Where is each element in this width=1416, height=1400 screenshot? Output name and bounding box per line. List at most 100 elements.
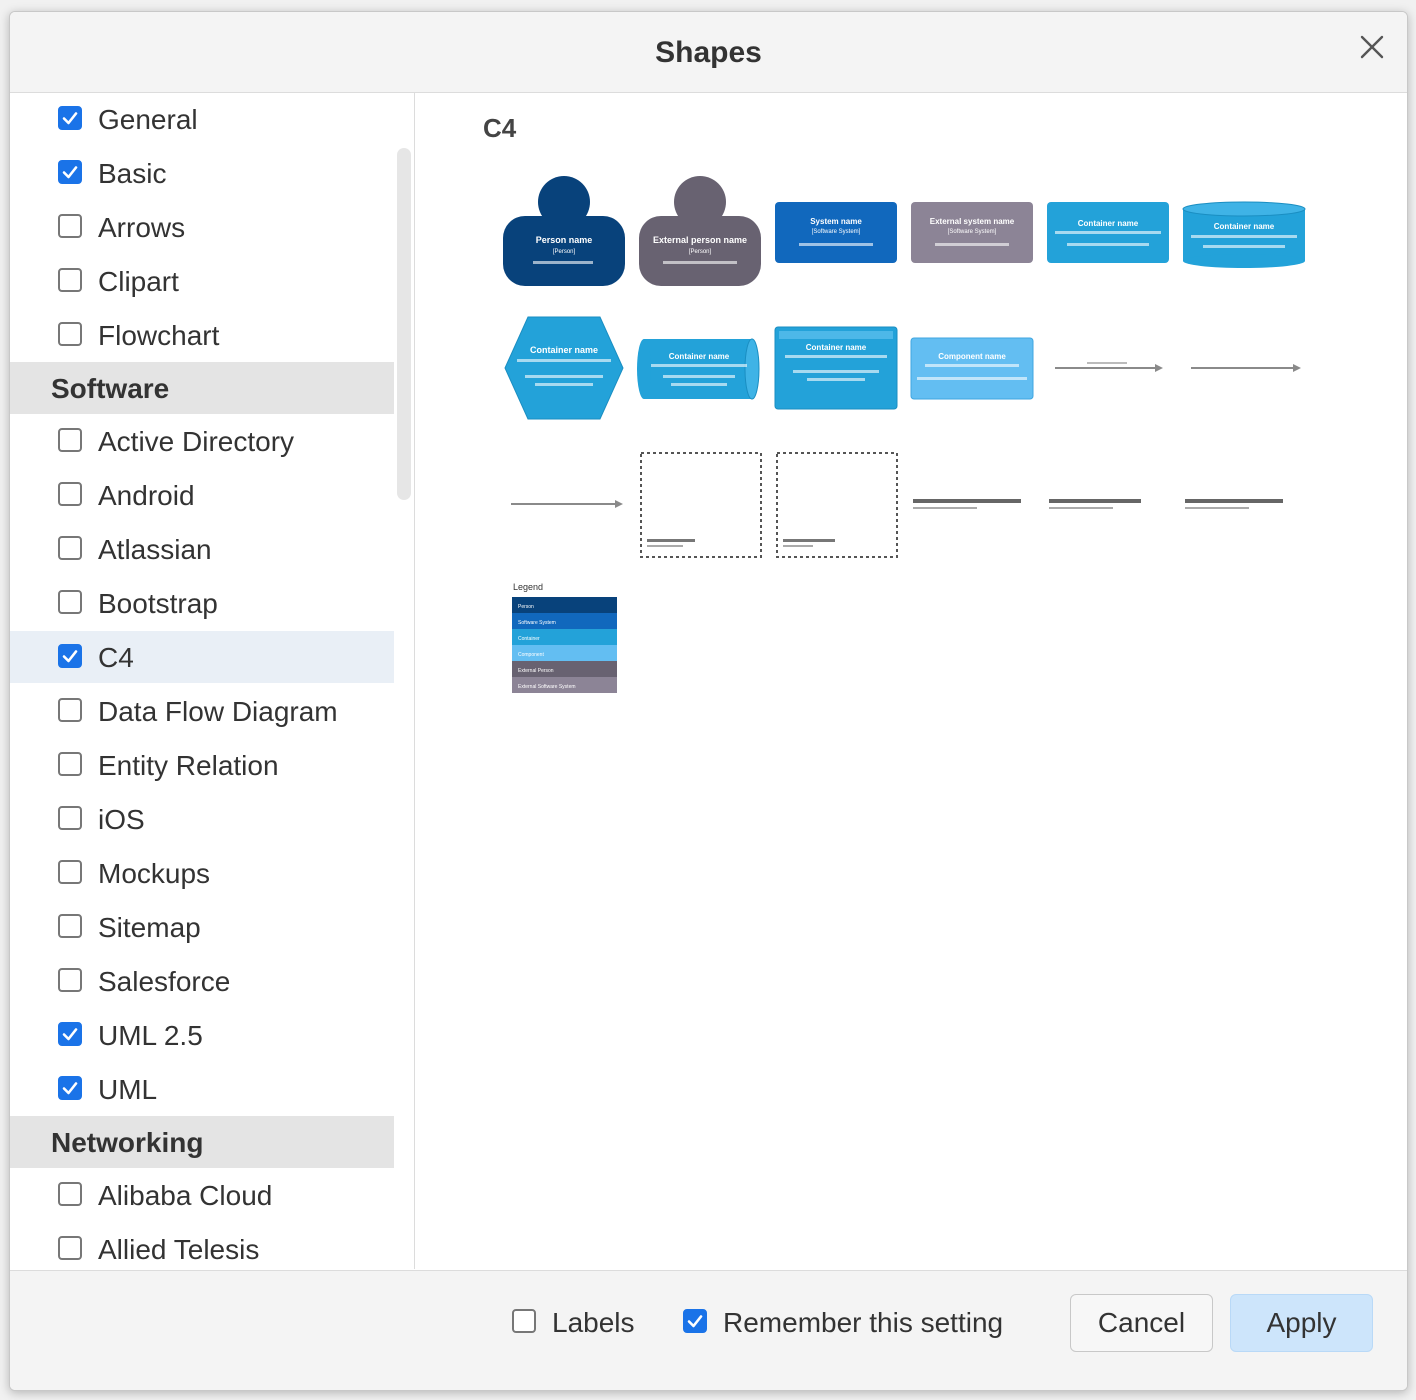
remember-setting-checkbox-box[interactable] [683,1309,707,1333]
queue-container-shape: Container name [637,338,760,400]
component-shape: Component name [910,337,1034,400]
library-item-alibaba-cloud[interactable]: Alibaba Cloud [10,1169,394,1221]
library-checkbox[interactable] [58,968,82,992]
checkmark-icon [62,650,78,663]
library-item-basic[interactable]: Basic [10,147,394,199]
library-item-flowchart[interactable]: Flowchart [10,309,394,361]
library-item-label: UML [98,1074,158,1105]
library-item-uml[interactable]: UML [10,1063,394,1115]
external-system-tag: [Software System] [948,229,997,235]
library-item-allied-telesis[interactable]: Allied Telesis [10,1223,394,1269]
dialog-titlebar: Shapes [10,12,1407,93]
cancel-button[interactable]: Cancel [1070,1294,1213,1352]
shape-library-list[interactable]: General Basic Arrows Clipart Flowchart Softwa… [10,93,415,1269]
library-checkbox[interactable] [58,536,82,560]
legend-item-container: Container [518,636,540,642]
library-checkbox[interactable] [58,1022,82,1046]
library-checkbox[interactable] [58,160,82,184]
library-checkbox[interactable] [58,322,82,346]
library-checkbox[interactable] [58,428,82,452]
component-shape-label: Component name [938,352,1006,361]
library-checkbox[interactable] [58,644,82,668]
library-item-salesforce[interactable]: Salesforce [10,955,394,1007]
library-item-label: Salesforce [98,966,231,997]
diagram-title-system [913,499,1021,509]
library-item-label: Mockups [98,858,211,889]
library-checkbox[interactable] [58,806,82,830]
software-system-shape: System name [Software System] [775,202,897,263]
library-item-data-flow-diagram[interactable]: Data Flow Diagram [10,685,394,737]
external-person-shape: External person name [Person] [639,176,761,286]
library-item-arrows[interactable]: Arrows [10,201,394,253]
library-checkbox[interactable] [58,1076,82,1100]
legend-shape: Legend Person Software System Container … [512,582,617,693]
person-shape: Person name [Person] [503,176,625,286]
legend-item-software-system: Software System [518,620,556,626]
software-system-tag: [Software System] [812,229,861,235]
library-item-mockups[interactable]: Mockups [10,847,394,899]
checkmark-icon [687,1315,703,1328]
relationship-line [511,500,623,508]
legend-item-external-system: External Software System [518,684,576,690]
system-boundary-shape [640,452,762,558]
library-checkbox[interactable] [58,1236,82,1260]
library-item-label: Allied Telesis [98,1234,260,1265]
legend-title: Legend [513,582,543,592]
database-container-label: Container name [1214,222,1275,231]
group-header-software: Software [10,362,394,414]
library-item-ios[interactable]: iOS [10,793,394,845]
sidebar-scrollbar[interactable] [397,148,411,500]
library-item-android[interactable]: Android [10,469,394,521]
library-item-label: Atlassian [98,534,212,565]
library-item-label: Data Flow Diagram [98,696,338,727]
library-item-label: Entity Relation [98,750,279,781]
library-item-bootstrap[interactable]: Bootstrap [10,577,394,629]
library-item-label: Basic [98,158,167,189]
relationship-arrow [1055,362,1163,372]
library-checkbox[interactable] [58,914,82,938]
library-checkbox[interactable] [58,1182,82,1206]
dialog-footer: Labels Remember this setting Cancel Appl… [10,1270,1407,1390]
dialog-title: Shapes [655,36,762,69]
library-checkbox[interactable] [58,482,82,506]
group-header-networking: Networking [10,1116,394,1168]
library-item-uml-2-5[interactable]: UML 2.5 [10,1009,394,1061]
library-item-label: C4 [98,642,134,673]
labels-checkbox-box[interactable] [512,1309,536,1333]
container-shape-label: Container name [1078,219,1139,228]
labels-checkbox-label: Labels [552,1307,635,1338]
library-checkbox[interactable] [58,860,82,884]
library-item-entity-relation[interactable]: Entity Relation [10,739,394,791]
library-item-label: Sitemap [98,912,201,943]
remember-setting-label: Remember this setting [723,1307,1004,1338]
close-icon[interactable] [1359,34,1385,60]
external-system-label: External system name [930,217,1015,226]
apply-button[interactable]: Apply [1230,1294,1373,1352]
shape-preview-panel: C4 Person name [Person] External person … [415,93,1407,1269]
relationship-arrow-2 [1191,364,1301,372]
library-item-general[interactable]: General [10,93,394,145]
diagram-title-component [1185,499,1283,509]
queue-container-label: Container name [669,352,730,361]
library-item-sitemap[interactable]: Sitemap [10,901,394,953]
library-checkbox[interactable] [58,106,82,130]
library-checkbox[interactable] [58,268,82,292]
library-item-atlassian[interactable]: Atlassian [10,523,394,575]
library-item-label: UML 2.5 [98,1020,203,1051]
library-item-c4[interactable]: C4 [10,631,394,683]
shapes-dialog: Shapes General Basic Arrows Clipart Flowchar… [9,11,1408,1391]
library-item-active-directory[interactable]: Active Directory [10,415,394,467]
legend-item-person: Person [518,604,534,610]
legend-item-external-person: External Person [518,668,554,674]
database-container-shape: Container name [1182,201,1306,268]
library-checkbox[interactable] [58,698,82,722]
library-checkbox[interactable] [58,752,82,776]
library-item-label: Flowchart [98,320,220,351]
checkmark-icon [62,1082,78,1095]
library-checkbox[interactable] [58,590,82,614]
hexagon-container-label: Container name [530,345,598,355]
library-item-label: Bootstrap [98,588,218,619]
checkmark-icon [62,112,78,125]
library-checkbox[interactable] [58,214,82,238]
library-item-clipart[interactable]: Clipart [10,255,394,307]
